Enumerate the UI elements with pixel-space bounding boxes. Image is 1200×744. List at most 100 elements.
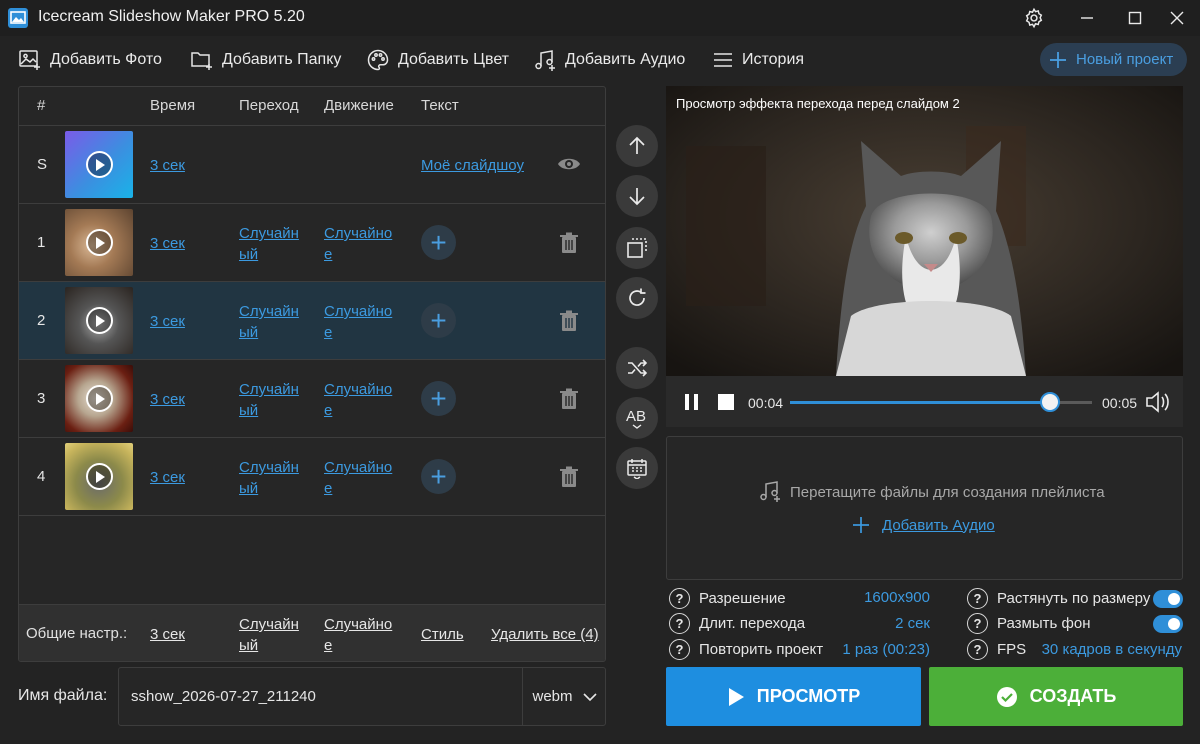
trash-icon[interactable]: [559, 466, 579, 492]
row-time-link[interactable]: 3 сек: [150, 233, 185, 254]
add-color-button[interactable]: Добавить Цвет: [366, 44, 509, 76]
col-header-motion[interactable]: Движение: [324, 97, 394, 114]
format-select[interactable]: webm: [522, 668, 606, 725]
blur-background-toggle[interactable]: [1153, 615, 1183, 633]
add-text-button[interactable]: +: [421, 459, 456, 494]
table-row[interactable]: 1 3 сек Случайн ый Случайно е +: [19, 203, 605, 281]
row-motion-link[interactable]: Случайно е: [324, 223, 392, 265]
move-down-button[interactable]: [616, 175, 658, 217]
play-icon[interactable]: [86, 151, 113, 178]
play-icon[interactable]: [86, 307, 113, 334]
play-icon: [728, 687, 744, 706]
stretch-toggle[interactable]: [1153, 590, 1183, 608]
col-header-transition[interactable]: Переход: [239, 97, 299, 114]
create-button[interactable]: СОЗДАТЬ: [929, 667, 1183, 726]
transition-length-value[interactable]: 2 сек: [830, 615, 930, 632]
general-time-link[interactable]: 3 сек: [150, 624, 185, 645]
history-label: История: [742, 51, 805, 68]
row-motion-link[interactable]: Случайно е: [324, 379, 392, 421]
row-transition-link[interactable]: Случайн ый: [239, 223, 299, 265]
help-icon[interactable]: ?: [669, 613, 690, 634]
minimize-icon[interactable]: [1064, 0, 1110, 36]
pause-icon[interactable]: [683, 393, 701, 415]
move-up-button[interactable]: [616, 125, 658, 167]
row-transition-link[interactable]: Случайн ый: [239, 379, 299, 421]
new-project-button[interactable]: Новый проект: [1040, 43, 1187, 76]
volume-icon[interactable]: [1145, 390, 1171, 418]
music-add-icon: [758, 479, 782, 507]
table-row[interactable]: 4 3 сек Случайн ый Случайно е +: [19, 437, 605, 515]
table-row[interactable]: 3 3 сек Случайн ый Случайно е +: [19, 359, 605, 437]
slide-thumbnail[interactable]: [65, 131, 133, 198]
shuffle-button[interactable]: [616, 347, 658, 389]
close-icon[interactable]: [1154, 0, 1200, 36]
window-title: Icecream Slideshow Maker PRO 5.20: [38, 8, 305, 25]
slide-thumbnail[interactable]: [65, 287, 133, 354]
history-button[interactable]: История: [712, 44, 804, 76]
stretch-label: Растянуть по размеру: [997, 590, 1151, 607]
help-icon[interactable]: ?: [967, 588, 988, 609]
app-icon: [8, 8, 28, 28]
col-header-text[interactable]: Текст: [421, 97, 459, 114]
row-time-link[interactable]: 3 сек: [150, 467, 185, 488]
style-link[interactable]: Стиль: [421, 624, 464, 645]
row-num: S: [37, 156, 48, 173]
preview-video[interactable]: [666, 86, 1183, 376]
trash-icon[interactable]: [559, 310, 579, 336]
preview-button[interactable]: ПРОСМОТР: [666, 667, 921, 726]
gear-icon[interactable]: [1011, 0, 1057, 36]
help-icon[interactable]: ?: [967, 613, 988, 634]
row-time-link[interactable]: 3 сек: [150, 389, 185, 410]
help-icon[interactable]: ?: [967, 639, 988, 660]
filename-input[interactable]: [131, 688, 511, 705]
crop-button[interactable]: [616, 227, 658, 269]
row-num: 3: [37, 390, 46, 407]
table-row-start[interactable]: S 3 сек Моё слайдшоу: [19, 125, 605, 203]
general-settings-row: Общие настр.: 3 сек Случайн ый Случайно е …: [19, 604, 605, 661]
row-time-link[interactable]: 3 сек: [150, 155, 185, 176]
row-motion-link[interactable]: Случайно е: [324, 457, 392, 499]
trash-icon[interactable]: [559, 232, 579, 258]
format-value: webm: [532, 688, 573, 705]
trash-icon[interactable]: [559, 388, 579, 414]
slide-thumbnail[interactable]: [65, 209, 133, 276]
seek-handle[interactable]: [1040, 392, 1060, 412]
repeat-project-value[interactable]: 1 раз (00:23): [820, 641, 930, 658]
col-header-time[interactable]: Время: [150, 97, 195, 114]
play-icon[interactable]: [86, 385, 113, 412]
slide-thumbnail[interactable]: [65, 365, 133, 432]
add-audio-link[interactable]: Добавить Аудио: [852, 516, 995, 534]
add-folder-button[interactable]: Добавить Папку: [190, 44, 341, 76]
add-text-button[interactable]: +: [421, 225, 456, 260]
general-transition-link[interactable]: Случайн ый: [239, 614, 299, 656]
text-case-button[interactable]: AB: [616, 397, 658, 439]
row-transition-link[interactable]: Случайн ый: [239, 301, 299, 343]
row-time-link[interactable]: 3 сек: [150, 311, 185, 332]
add-audio-button[interactable]: Добавить Аудио: [533, 44, 685, 76]
slide-thumbnail[interactable]: [65, 443, 133, 510]
add-photo-button[interactable]: Добавить Фото: [18, 44, 162, 76]
eye-icon[interactable]: [557, 154, 581, 178]
add-color-label: Добавить Цвет: [398, 51, 510, 68]
stop-icon[interactable]: [717, 393, 735, 415]
audio-drop-zone[interactable]: [666, 436, 1183, 580]
title-text-link[interactable]: Моё слайдшоу: [421, 155, 524, 176]
row-transition-link[interactable]: Случайн ый: [239, 457, 299, 499]
play-icon[interactable]: [86, 229, 113, 256]
rotate-button[interactable]: [616, 277, 658, 319]
help-icon[interactable]: ?: [669, 588, 690, 609]
maximize-icon[interactable]: [1112, 0, 1158, 36]
table-row-selected[interactable]: 2 3 сек Случайн ый Случайно е +: [19, 281, 605, 359]
calendar-button[interactable]: [616, 447, 658, 489]
play-icon[interactable]: [86, 463, 113, 490]
delete-all-link[interactable]: Удалить все (4): [491, 624, 599, 645]
add-text-button[interactable]: +: [421, 303, 456, 338]
resolution-value[interactable]: 1600x900: [830, 589, 930, 606]
calendar-icon: [627, 459, 647, 479]
general-motion-link[interactable]: Случайно е: [324, 614, 392, 656]
help-icon[interactable]: ?: [669, 639, 690, 660]
add-photo-label: Добавить Фото: [50, 51, 162, 68]
fps-value[interactable]: 30 кадров в секунду: [1030, 641, 1182, 658]
add-text-button[interactable]: +: [421, 381, 456, 416]
row-motion-link[interactable]: Случайно е: [324, 301, 392, 343]
